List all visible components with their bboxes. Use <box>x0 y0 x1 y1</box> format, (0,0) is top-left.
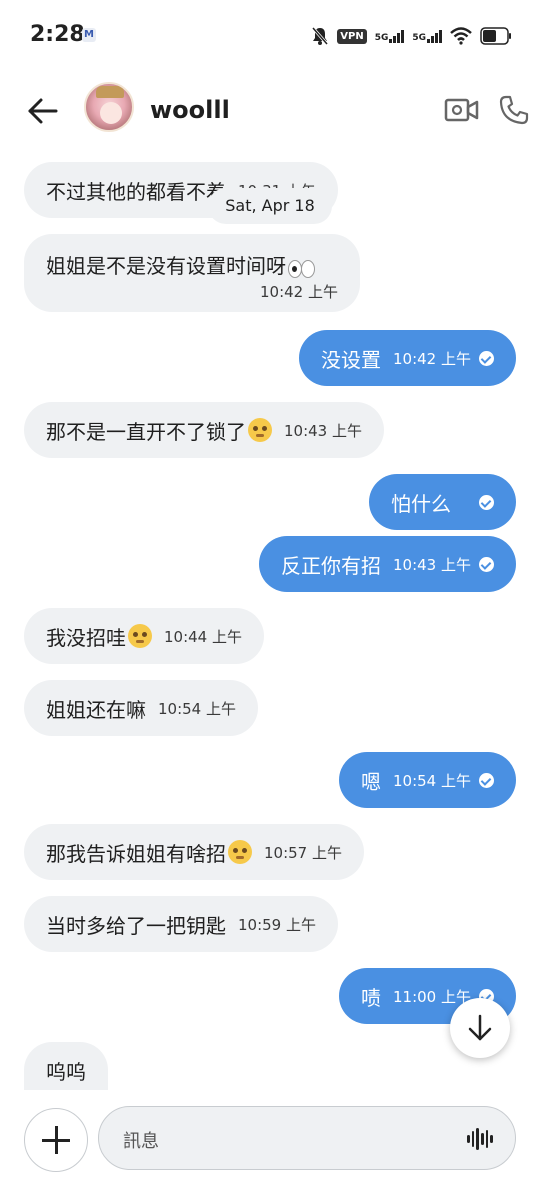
date-separator: Sat, Apr 18 <box>208 188 332 224</box>
read-check-icon <box>479 556 494 572</box>
message-bubble-incoming[interactable]: 当时多给了一把钥匙 10:59 上午 <box>24 896 338 952</box>
message-text: 那不是一直开不了锁了 <box>46 419 246 444</box>
message-text: 我没招哇 <box>46 625 126 650</box>
message-time: 10:54 上午 <box>158 699 236 718</box>
pleading-face-emoji-icon <box>248 418 272 442</box>
message-bubble-outgoing[interactable]: 嗯 10:54 上午 <box>339 752 516 808</box>
message-bubble-incoming[interactable]: 姐姐还在嘛 10:54 上午 <box>24 680 258 736</box>
message-time: 10:42 上午 <box>260 283 338 301</box>
message-bubble-incoming[interactable]: 姐姐是不是没有设置时间呀 10:42 上午 <box>24 234 360 312</box>
pleading-face-emoji-icon <box>128 624 152 648</box>
message-text: 嗯 <box>361 769 381 794</box>
signal-5g-2: 5G <box>412 29 442 43</box>
phone-icon[interactable] <box>498 94 530 126</box>
message-input[interactable]: 訊息 <box>98 1106 516 1170</box>
status-bar: 2:28 M VPN 5G 5G <box>0 0 540 72</box>
message-time: 10:42 上午 <box>393 349 471 368</box>
signal-5g-1: 5G <box>375 29 405 43</box>
message-time: 10:59 上午 <box>238 915 316 934</box>
mail-notification-icon: M <box>82 28 96 42</box>
message-bubble-incoming[interactable]: 呜呜 <box>24 1042 108 1090</box>
message-text: 不过其他的都看不着 <box>46 179 226 204</box>
message-bubble-outgoing[interactable]: 反正你有招 10:43 上午 <box>259 536 516 592</box>
status-icons: VPN 5G 5G <box>311 24 512 48</box>
message-input-placeholder: 訊息 <box>123 1131 159 1152</box>
signal-bars-icon <box>427 29 442 43</box>
status-time: 2:28 <box>30 22 85 47</box>
battery-icon <box>480 27 511 45</box>
scroll-down-arrow-icon <box>468 1014 492 1041</box>
signal-bars-icon <box>389 29 405 43</box>
contact-avatar[interactable] <box>84 82 134 132</box>
signal-label-1: 5G <box>374 33 389 43</box>
pleading-face-emoji-icon <box>228 840 252 864</box>
message-bubble-incoming[interactable]: 那我告诉姐姐有啥招 10:57 上午 <box>24 824 364 880</box>
avatar-face-shape <box>100 102 122 124</box>
video-call-icon[interactable] <box>444 96 480 124</box>
message-text: 姐姐是不是没有设置时间呀 <box>46 254 286 278</box>
message-bubble-outgoing[interactable]: 没设置 10:42 上午 <box>299 330 516 386</box>
message-time: 10:57 上午 <box>264 843 342 862</box>
read-check-icon <box>479 350 494 366</box>
mute-bell-icon <box>312 27 329 45</box>
message-text: 啧 <box>361 985 381 1010</box>
message-text: 怕什么 <box>391 491 451 516</box>
message-time: 10:43 上午 <box>284 421 362 440</box>
message-bubble-outgoing[interactable]: 怕什么 <box>369 474 516 530</box>
message-text: 反正你有招 <box>281 553 381 578</box>
message-composer: 訊息 <box>0 1090 540 1199</box>
read-check-icon <box>479 494 494 510</box>
message-text: 当时多给了一把钥匙 <box>46 913 226 938</box>
message-bubble-incoming[interactable]: 那不是一直开不了锁了 10:43 上午 <box>24 402 384 458</box>
message-text-row: 姐姐是不是没有设置时间呀 <box>46 250 315 279</box>
vpn-badge: VPN <box>337 28 367 44</box>
message-text: 没设置 <box>321 347 381 372</box>
message-text: 姐姐还在嘛 <box>46 697 146 722</box>
read-check-icon <box>479 772 494 788</box>
message-text: 那我告诉姐姐有啥招 <box>46 841 226 866</box>
wifi-icon <box>450 27 472 45</box>
message-time: 10:43 上午 <box>393 555 471 574</box>
chat-header: woolll <box>0 72 540 152</box>
scroll-to-bottom-button[interactable] <box>450 998 510 1058</box>
plus-icon[interactable] <box>24 1108 88 1172</box>
voice-waveform-icon[interactable] <box>467 1127 494 1151</box>
eyes-emoji-icon <box>288 259 315 278</box>
back-arrow-icon[interactable] <box>26 94 60 128</box>
message-time: 10:54 上午 <box>393 771 471 790</box>
message-time: 10:44 上午 <box>164 627 242 646</box>
signal-label-2: 5G <box>412 33 426 43</box>
avatar-crown-shape <box>96 86 124 98</box>
message-text: 呜呜 <box>46 1060 86 1084</box>
message-bubble-incoming[interactable]: 我没招哇 10:44 上午 <box>24 608 264 664</box>
message-time: 11:00 上午 <box>393 987 471 1006</box>
contact-name[interactable]: woolll <box>150 96 230 124</box>
